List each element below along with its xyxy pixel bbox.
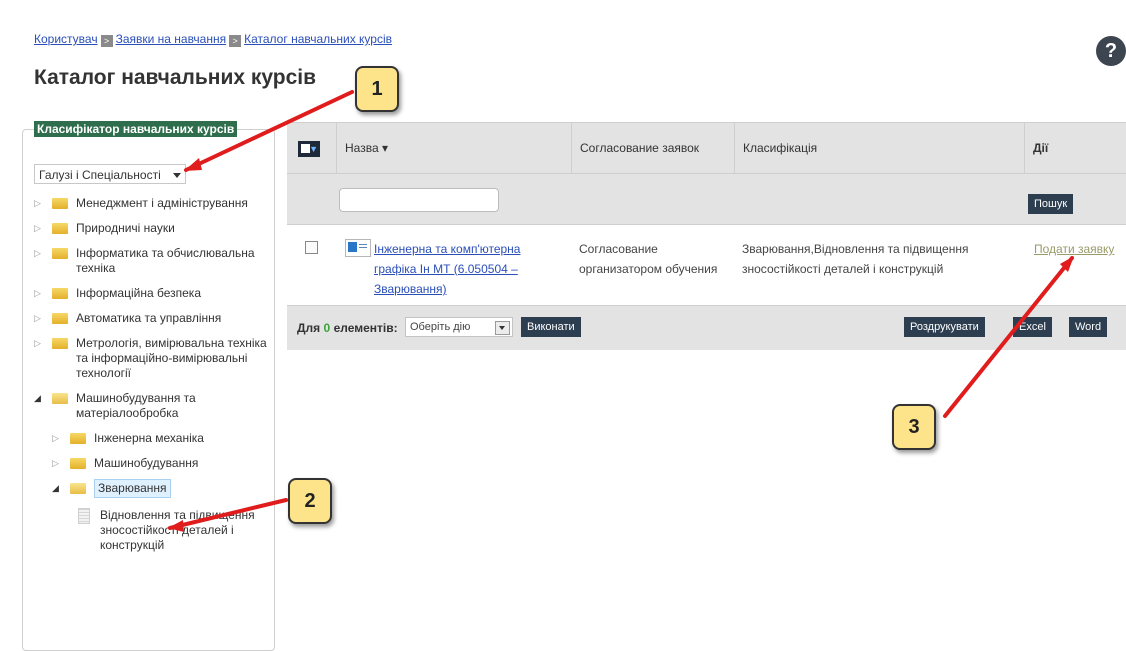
column-header-name[interactable]: Назва ▾: [336, 123, 571, 173]
tree-item[interactable]: ▷ Автоматика та управління: [34, 311, 270, 326]
course-name-link[interactable]: Інженерна та комп'ютерна графіка Ін МТ (…: [374, 239, 559, 299]
folder-icon: [52, 313, 68, 324]
collapse-arrow-icon[interactable]: ◢: [34, 391, 52, 406]
breadcrumb-catalog-link[interactable]: Каталог навчальних курсів: [244, 32, 392, 46]
tree-item[interactable]: ▷ Машинобудування: [34, 456, 270, 471]
callout-1: 1: [355, 66, 399, 112]
tree-item[interactable]: ▷ Інформатика та обчислювальна техніка: [34, 246, 270, 276]
breadcrumb-separator-icon: >: [229, 35, 242, 47]
breadcrumb: Користувач > Заявки на навчання > Каталог на…: [34, 32, 392, 47]
tree-item-label[interactable]: Зварювання: [94, 479, 171, 498]
collapse-arrow-icon[interactable]: ◢: [52, 481, 70, 496]
footer-label-suffix: елементів:: [333, 321, 398, 335]
word-export-button[interactable]: Word: [1069, 317, 1108, 337]
callout-2: 2: [288, 478, 332, 524]
document-icon: [78, 508, 90, 524]
footer-selection-label: Для 0 елементів:: [297, 321, 398, 335]
folder-open-icon: [52, 393, 68, 404]
folder-icon: [52, 248, 68, 259]
tree-item-label[interactable]: Метрологія, вимірювальна техніка та інфо…: [76, 336, 270, 381]
column-header-classification[interactable]: Класифікація: [734, 123, 1024, 173]
folder-icon: [52, 198, 68, 209]
row-checkbox[interactable]: [305, 241, 318, 254]
breadcrumb-user-link[interactable]: Користувач: [34, 32, 98, 46]
chevron-down-icon: [173, 173, 181, 178]
expand-arrow-icon[interactable]: ▷: [34, 221, 52, 236]
tree-item[interactable]: Відновлення та підвищення зносостійкості…: [34, 508, 270, 553]
table-row: Інженерна та комп'ютерна графіка Ін МТ (…: [287, 225, 1126, 306]
actions-header-label: Дії: [1033, 141, 1049, 155]
chevron-down-icon: ▼: [309, 144, 318, 154]
classification-cell: Зварювання,Відновлення та підвищення зно…: [742, 242, 969, 276]
header-check-cell: ▼: [287, 123, 336, 173]
tree-item[interactable]: ▷ Менеджмент і адміністрування: [34, 196, 270, 211]
execute-button[interactable]: Виконати: [521, 317, 581, 337]
selected-count: 0: [323, 321, 331, 335]
course-type-icon: [345, 239, 371, 257]
classifier-legend: Класифікатор навчальних курсів: [34, 121, 238, 137]
select-all-checkbox[interactable]: ▼: [298, 141, 320, 157]
column-header-actions: Дії: [1024, 123, 1126, 173]
tree-item[interactable]: ▷ Інформаційна безпека: [34, 286, 270, 301]
expand-arrow-icon[interactable]: ▷: [34, 196, 52, 211]
tree-item[interactable]: ▷ Природничі науки: [34, 221, 270, 236]
folder-icon: [70, 458, 86, 469]
tree-item-label[interactable]: Машинобудування: [94, 456, 198, 471]
courses-grid: ▼ Назва ▾ Согласование заявок Класифікац…: [287, 122, 1126, 350]
breadcrumb-separator-icon: >: [100, 35, 113, 47]
tree-item-label[interactable]: Природничі науки: [76, 221, 175, 236]
expand-arrow-icon[interactable]: ▷: [34, 311, 52, 326]
folder-icon: [52, 223, 68, 234]
excel-export-button[interactable]: Excel: [1013, 317, 1052, 337]
tree-item-label[interactable]: Інженерна механіка: [94, 431, 204, 446]
footer-label-prefix: Для: [297, 321, 321, 335]
classification-header-label: Класифікація: [743, 141, 818, 155]
classifier-select[interactable]: Галузі і Спеціальності: [34, 164, 186, 184]
help-icon[interactable]: ?: [1096, 36, 1126, 66]
callout-3: 3: [892, 404, 936, 450]
approval-cell: Согласование организатором обучения: [579, 242, 718, 276]
tree-item[interactable]: ◢ Машинобудування та матеріалообробка: [34, 391, 270, 421]
tree-item-label[interactable]: Машинобудування та матеріалообробка: [76, 391, 270, 421]
tree-item-label[interactable]: Відновлення та підвищення зносостійкості…: [100, 508, 270, 553]
search-button[interactable]: Пошук: [1028, 194, 1074, 214]
folder-open-icon: [70, 483, 86, 494]
name-header-text: Назва ▾: [345, 141, 388, 155]
tree-item[interactable]: ▷ Метрологія, вимірювальна техніка та ін…: [34, 336, 270, 381]
expand-arrow-icon[interactable]: ▷: [34, 336, 52, 351]
folder-icon: [52, 288, 68, 299]
bulk-action-select[interactable]: Оберіть дію: [405, 317, 513, 337]
classifier-tree: ▷ Менеджмент і адміністрування ▷ Природн…: [34, 196, 270, 563]
classifier-select-value: Галузі і Спеціальності: [39, 168, 161, 182]
folder-icon: [52, 338, 68, 349]
sort-desc-icon: ▾: [381, 141, 388, 155]
tree-item-selected[interactable]: ◢ Зварювання: [34, 479, 270, 498]
tree-item[interactable]: ▷ Інженерна механіка: [34, 431, 270, 446]
tree-item-label[interactable]: Інформатика та обчислювальна техніка: [76, 246, 270, 276]
tree-item-label[interactable]: Менеджмент і адміністрування: [76, 196, 248, 211]
submit-request-link[interactable]: Подати заявку: [1034, 239, 1114, 259]
chevron-down-icon: [495, 321, 510, 335]
expand-arrow-icon[interactable]: ▷: [34, 246, 52, 261]
expand-arrow-icon[interactable]: ▷: [52, 456, 70, 471]
breadcrumb-training-requests-link[interactable]: Заявки на навчання: [116, 32, 227, 46]
tree-item-label[interactable]: Автоматика та управління: [76, 311, 221, 326]
grid-header: ▼ Назва ▾ Согласование заявок Класифікац…: [287, 122, 1126, 174]
expand-arrow-icon[interactable]: ▷: [34, 286, 52, 301]
folder-icon: [70, 433, 86, 444]
name-filter-input[interactable]: [339, 188, 499, 212]
tree-item-label[interactable]: Інформаційна безпека: [76, 286, 201, 301]
grid-footer: Для 0 елементів: Оберіть дію Виконати Ро…: [287, 306, 1126, 350]
column-header-approval[interactable]: Согласование заявок: [571, 123, 734, 173]
page-title: Каталог навчальних курсів: [34, 66, 317, 89]
name-header-label: Назва: [345, 141, 379, 155]
bulk-action-value: Оберіть дію: [410, 321, 471, 333]
print-button[interactable]: Роздрукувати: [904, 317, 985, 337]
filter-row: [287, 174, 1126, 225]
approval-header-label: Согласование заявок: [580, 141, 700, 155]
expand-arrow-icon[interactable]: ▷: [52, 431, 70, 446]
